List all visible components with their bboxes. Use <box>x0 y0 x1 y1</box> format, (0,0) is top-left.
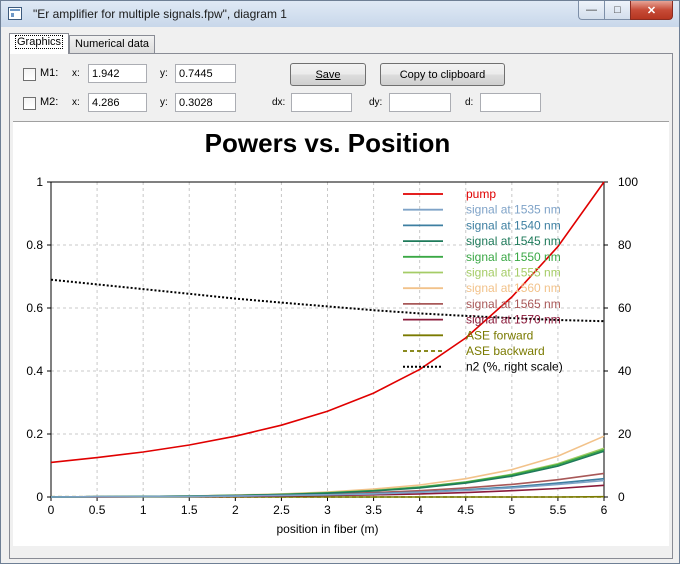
tab-numerical-data[interactable]: Numerical data <box>69 35 156 53</box>
copy-button-label: Copy to clipboard <box>399 68 486 81</box>
legend-label: ASE forward <box>466 328 533 342</box>
dy-label: dy: <box>369 97 383 108</box>
save-button-label: Save <box>315 68 341 81</box>
window-title: "Er amplifier for multiple signals.fpw",… <box>33 7 287 21</box>
x-tick-label: 4 <box>416 503 423 517</box>
m2-x-label: x: <box>72 97 80 108</box>
legend-label: n2 (%, right scale) <box>466 360 563 374</box>
tab-strip: Graphics Numerical data <box>9 33 156 54</box>
x-tick-label: 2.5 <box>273 503 290 517</box>
legend-label: ASE backward <box>466 344 545 358</box>
m2-y-label: y: <box>160 97 168 108</box>
legend-label: signal at 1535 nm <box>466 203 561 217</box>
m1-x-label: x: <box>72 68 80 79</box>
minimize-button[interactable]: — <box>578 1 604 20</box>
legend-label: signal at 1550 nm <box>466 250 561 264</box>
legend-label: signal at 1565 nm <box>466 297 561 311</box>
legend-label: signal at 1545 nm <box>466 234 561 248</box>
x-tick-label: 0 <box>48 503 55 517</box>
m1-y-field[interactable] <box>175 64 236 83</box>
m2-checkbox[interactable] <box>23 97 36 110</box>
title-bar[interactable]: "Er amplifier for multiple signals.fpw",… <box>1 1 679 27</box>
x-tick-label: 2 <box>232 503 239 517</box>
x-tick-label: 3 <box>324 503 331 517</box>
x-tick-label: 1 <box>140 503 147 517</box>
d-label: d: <box>465 97 474 108</box>
save-button[interactable]: Save <box>290 63 366 86</box>
y-tick-label: 0.8 <box>26 238 43 252</box>
legend-label: signal at 1555 nm <box>466 266 561 280</box>
y-tick-label: 0.6 <box>26 301 43 315</box>
m1-x-field[interactable] <box>88 64 147 83</box>
x-tick-label: 5 <box>508 503 515 517</box>
x-tick-label: 3.5 <box>365 503 382 517</box>
y2-tick-label: 40 <box>618 364 632 378</box>
legend-label: signal at 1540 nm <box>466 218 561 232</box>
legend-label: signal at 1570 nm <box>466 313 561 327</box>
x-axis-label: position in fiber (m) <box>276 522 378 536</box>
tab-graphics-label: Graphics <box>15 35 64 49</box>
y-tick-label: 0 <box>36 490 43 504</box>
m1-y-label: y: <box>160 68 168 79</box>
tab-graphics[interactable]: Graphics <box>9 33 70 54</box>
maximize-button[interactable]: □ <box>604 1 630 20</box>
m1-checkbox[interactable] <box>23 68 36 81</box>
x-tick-label: 0.5 <box>89 503 106 517</box>
x-tick-label: 1.5 <box>181 503 198 517</box>
dy-field[interactable] <box>389 93 451 112</box>
m2-y-field[interactable] <box>175 93 236 112</box>
plot-area[interactable]: Powers vs. Position 0 0.5 1 1.5 2 2.5 3 3.5 4 4.5 5… <box>13 121 669 546</box>
y2-tick-label: 60 <box>618 301 632 315</box>
close-button[interactable]: ✕ <box>630 1 673 20</box>
y-tick-label: 1 <box>36 175 43 189</box>
x-tick-label: 6 <box>601 503 608 517</box>
dx-field[interactable] <box>291 93 352 112</box>
y-tick-label: 0.2 <box>26 427 43 441</box>
chart-svg[interactable]: Powers vs. Position 0 0.5 1 1.5 2 2.5 3 3.5 4 4.5 5… <box>13 122 669 547</box>
y2-tick-label: 100 <box>618 175 638 189</box>
m2-x-field[interactable] <box>88 93 147 112</box>
x-tick-label: 4.5 <box>457 503 474 517</box>
y2-tick-label: 0 <box>618 490 625 504</box>
m1-label: M1: <box>40 67 59 79</box>
graphics-panel: M1: x: y: Save Copy to clipboard M2: x: … <box>9 53 673 559</box>
dx-label: dx: <box>272 97 286 108</box>
x-tick-label: 5.5 <box>550 503 567 517</box>
caption-buttons: — □ ✕ <box>578 1 673 20</box>
legend-label: pump <box>466 187 496 201</box>
y2-tick-label: 20 <box>618 427 632 441</box>
app-window: "Er amplifier for multiple signals.fpw",… <box>0 0 680 564</box>
m2-label: M2: <box>40 96 59 108</box>
y-tick-label: 0.4 <box>26 364 43 378</box>
chart-title: Powers vs. Position <box>205 128 451 158</box>
legend-label: signal at 1560 nm <box>466 281 561 295</box>
app-icon[interactable] <box>8 7 22 20</box>
tab-numerical-data-label: Numerical data <box>75 38 150 50</box>
copy-to-clipboard-button[interactable]: Copy to clipboard <box>380 63 505 86</box>
d-field[interactable] <box>480 93 541 112</box>
y2-tick-label: 80 <box>618 238 632 252</box>
